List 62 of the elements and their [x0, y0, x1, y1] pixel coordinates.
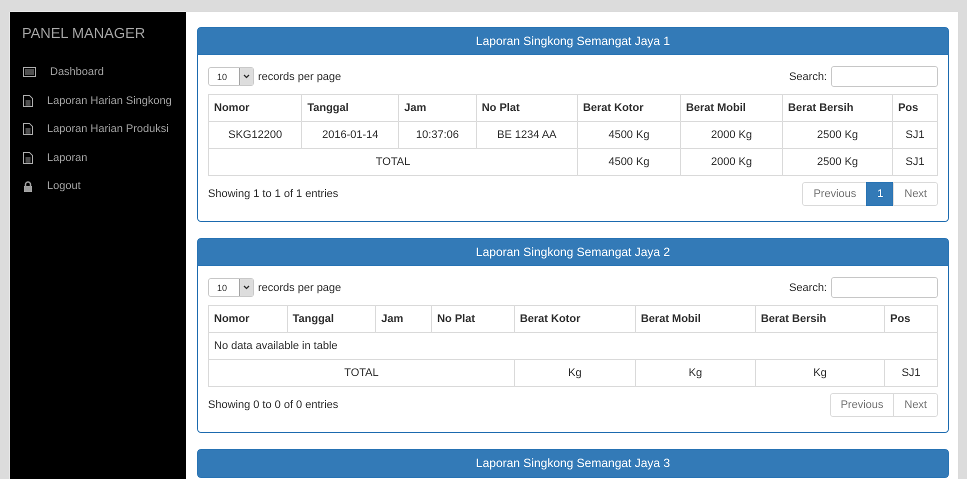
column-header[interactable]: Nomor: [208, 94, 302, 122]
table-cell: TOTAL: [208, 148, 578, 176]
table-cell: 4500 Kg: [577, 148, 680, 176]
column-header[interactable]: Berat Kotor: [577, 94, 680, 122]
brand-title: PANEL MANAGER: [21, 26, 146, 44]
document-icon: [23, 152, 33, 164]
empty-message: No data available in table: [208, 332, 938, 360]
column-header[interactable]: No Plat: [432, 306, 514, 332]
column-header[interactable]: Pos: [892, 94, 938, 122]
caret-icon: [243, 285, 250, 290]
table-cell: SJ1: [892, 148, 938, 176]
column-header[interactable]: Nomor: [208, 306, 288, 332]
panel-title: Laporan Singkong Semangat Jaya 3: [198, 450, 948, 477]
column-header[interactable]: Pos: [884, 306, 938, 332]
sidebar-item[interactable]: Laporan Harian Singkong: [10, 86, 186, 115]
column-header[interactable]: Berat Mobil: [680, 94, 783, 122]
page-length-select[interactable]: 10: [208, 278, 254, 297]
table-cell: SJ1: [892, 122, 938, 148]
table-cell: SKG12200: [208, 122, 302, 148]
panel-title: Laporan Singkong Semangat Jaya 1: [198, 28, 948, 55]
column-header[interactable]: No Plat: [476, 94, 578, 122]
column-header[interactable]: Berat Bersih: [782, 94, 893, 122]
entries-info: Showing 1 to 1 of 1 entries: [208, 188, 338, 200]
sidebar-item[interactable]: Laporan Harian Produksi: [10, 115, 186, 144]
table-cell: 2016-01-14: [302, 122, 399, 148]
table-cell: Kg: [755, 360, 885, 386]
column-header[interactable]: Jam: [376, 306, 432, 332]
document-icon: [23, 123, 33, 136]
column-header[interactable]: Berat Mobil: [635, 306, 756, 332]
table-cell: 10:37:06: [398, 122, 476, 148]
table-cell: BE 1234 AA: [476, 122, 578, 148]
table-cell: Kg: [514, 360, 636, 386]
search-label: Search:: [789, 70, 827, 82]
column-header[interactable]: Jam: [398, 94, 476, 122]
sidebar-item[interactable]: Laporan: [10, 144, 186, 172]
table-cell: SJ1: [884, 360, 938, 386]
table-cell: 2500 Kg: [782, 122, 893, 148]
table-cell: 4500 Kg: [577, 122, 680, 148]
column-header[interactable]: Berat Bersih: [755, 306, 885, 332]
page-length-select[interactable]: 10: [208, 67, 254, 86]
search-label: Search:: [789, 282, 827, 294]
table-cell: 2500 Kg: [782, 148, 893, 176]
table-cell: Kg: [635, 360, 756, 386]
column-header[interactable]: Berat Kotor: [514, 306, 636, 332]
sidebar-item[interactable]: Logout: [10, 172, 186, 200]
table-cell: 2000 Kg: [680, 148, 783, 176]
column-header[interactable]: Tanggal: [287, 306, 376, 332]
entries-info: Showing 0 to 0 of 0 entries: [208, 399, 338, 411]
length-label: records per page: [258, 70, 342, 82]
panel-title: Laporan Singkong Semangat Jaya 2: [198, 239, 948, 266]
document-icon: [23, 94, 33, 107]
sidebar-item[interactable]: Dashboard: [10, 58, 186, 86]
column-header[interactable]: Tanggal: [302, 94, 399, 122]
pagination-button[interactable]: 1: [866, 182, 894, 206]
lock-icon: [23, 180, 33, 192]
length-label: records per page: [258, 282, 342, 294]
table-cell: TOTAL: [208, 360, 514, 386]
caret-icon: [243, 74, 250, 79]
search-field[interactable]: [831, 277, 938, 298]
search-field[interactable]: [831, 66, 938, 87]
list-icon: [23, 67, 36, 78]
table-cell: 2000 Kg: [680, 122, 783, 148]
